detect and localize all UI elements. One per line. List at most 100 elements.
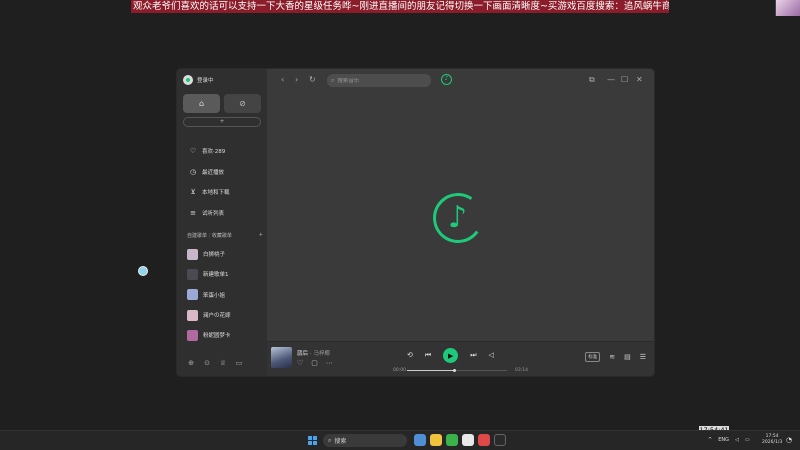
taskbar-clock[interactable]: 17:54 2026/1/3 <box>762 434 782 446</box>
song-title[interactable]: 鹊后 <box>297 351 308 357</box>
music-brand-icon[interactable]: ♪ <box>441 74 452 85</box>
chevron-up-icon[interactable]: ^ <box>708 437 712 443</box>
time-current: 00:00 <box>393 368 406 373</box>
qq-music-icon[interactable] <box>494 434 506 446</box>
sound-effect-icon[interactable]: ≋ <box>609 353 615 361</box>
clock-date: 2026/1/3 <box>762 440 783 445</box>
song-artist[interactable]: · 马梓椰 <box>310 351 330 357</box>
search-icon: ⌕ <box>331 76 335 84</box>
player-tools: 标准 ≋ ▤ ☰ <box>585 352 646 362</box>
playlist-list: 白狮桃子 新建歌单1 笨蛋小姐 澜户の花嫁 粉妮圆梦卡 <box>187 244 231 345</box>
app-icon[interactable] <box>462 434 474 446</box>
playlist-item[interactable]: 笨蛋小姐 <box>187 285 231 305</box>
sidebar-bottom-icons: ⊕ ⊙ ♕ ▭ <box>187 359 243 367</box>
playlist-item[interactable]: 新建歌单1 <box>187 264 231 284</box>
user-avatar[interactable] <box>183 75 193 85</box>
discover-button[interactable]: ⊘ <box>224 94 261 113</box>
home-button[interactable]: ⌂ <box>183 94 220 113</box>
speaker-icon[interactable]: ◁ <box>735 437 739 443</box>
tab-separator: / <box>208 233 211 239</box>
radio-icon[interactable]: ⊙ <box>203 359 211 367</box>
app-logo: ♪ <box>429 189 487 247</box>
playlist-queue-icon[interactable]: ☰ <box>640 353 646 361</box>
taskbar-search[interactable]: ⌕ 搜索 <box>323 434 407 447</box>
maximize-icon[interactable]: ☐ <box>621 75 628 85</box>
windows-start-icon[interactable] <box>308 436 317 445</box>
playlist-item[interactable]: 澜户の花嫁 <box>187 305 231 325</box>
playlist-cover <box>187 329 198 341</box>
user-row[interactable]: 登录中 <box>183 75 214 85</box>
playlist-header: 自建歌单 / 收藏歌单 + <box>187 232 263 239</box>
sidebar-item-recent[interactable]: ◷ 最近播放 <box>189 162 230 183</box>
system-tray: ^ ENG ◁ ▭ <box>708 437 750 443</box>
user-name[interactable]: 登录中 <box>197 76 214 84</box>
more-icon[interactable]: ⋯ <box>326 359 333 367</box>
album-cover[interactable] <box>271 347 292 368</box>
taskbar: ⌕ 搜索 ^ ENG ◁ ▭ 17:54 2026/1/3 ◔ <box>0 430 800 450</box>
play-icon: ▶ <box>447 351 454 360</box>
playlist-label: 澜户の花嫁 <box>203 313 231 320</box>
playlist-item[interactable]: 粉妮圆梦卡 <box>187 325 231 345</box>
notification-icon[interactable]: ◔ <box>786 436 792 444</box>
player-bar: 鹊后 · 马梓椰 ♡ ▢ ⋯ ⟲ ⏮ ▶ ⏭ ◁ 00:00 03:14 标准 ≋… <box>267 341 654 376</box>
quality-button[interactable]: 标准 <box>585 352 601 362</box>
floating-avatar[interactable] <box>138 266 148 276</box>
playback-controls: ⟲ ⏮ ▶ ⏭ ◁ <box>407 348 494 363</box>
playlist-cover <box>187 268 198 280</box>
volume-icon[interactable]: ◁ <box>489 351 494 360</box>
previous-icon[interactable]: ⏮ <box>425 351 431 360</box>
tab-collected-playlists[interactable]: 收藏歌单 <box>212 233 232 239</box>
folder-icon[interactable] <box>430 434 442 446</box>
list-icon: ≡ <box>190 208 196 217</box>
sidebar-menu: ♡ 喜欢·289 ◷ 最近播放 ⊻ 本地和下载 ≡ 试听列表 <box>189 141 230 223</box>
close-icon[interactable]: ✕ <box>636 75 643 85</box>
minimize-icon[interactable]: — <box>607 75 615 85</box>
add-button[interactable]: + <box>183 117 261 127</box>
compass-icon: ⊘ <box>239 99 246 108</box>
progress-bar[interactable] <box>407 368 507 372</box>
playlist-label: 新建歌单1 <box>203 272 229 279</box>
comment-icon[interactable]: ▢ <box>311 359 318 367</box>
heart-icon[interactable]: ♡ <box>297 359 303 367</box>
sidebar-item-trial-list[interactable]: ≡ 试听列表 <box>189 203 230 224</box>
next-icon[interactable]: ⏭ <box>470 351 476 360</box>
sidebar-item-label: 试听列表 <box>202 210 225 217</box>
song-actions: ♡ ▢ ⋯ <box>297 359 333 367</box>
playlist-item[interactable]: 白狮桃子 <box>187 244 231 264</box>
music-note-icon: ♪ <box>448 200 468 235</box>
home-icon: ⌂ <box>198 99 205 108</box>
mini-mode-icon[interactable]: ⧉ <box>589 75 595 85</box>
search-icon: ⌕ <box>328 436 332 444</box>
song-info: 鹊后 · 马梓椰 <box>297 349 330 357</box>
plus-circle-icon[interactable]: ⊕ <box>187 359 195 367</box>
progress-knob[interactable] <box>452 368 456 372</box>
streamer-avatar <box>775 0 800 16</box>
playlist-cover <box>187 289 198 301</box>
chrome-icon[interactable] <box>446 434 458 446</box>
sidebar-item-downloads[interactable]: ⊻ 本地和下载 <box>189 182 230 203</box>
shirt-icon[interactable]: ♕ <box>219 359 227 367</box>
gamepad-icon[interactable]: ▭ <box>235 359 243 367</box>
search-bar[interactable]: ⌕ <box>327 74 431 87</box>
forward-icon[interactable]: › <box>295 75 298 85</box>
loop-icon[interactable]: ⟲ <box>407 351 413 360</box>
history-icon: ◷ <box>189 167 197 176</box>
back-icon[interactable]: ‹ <box>281 75 284 85</box>
lyrics-icon[interactable]: ▤ <box>624 353 631 361</box>
add-playlist-button[interactable]: + <box>259 232 263 239</box>
sidebar-item-liked[interactable]: ♡ 喜欢·289 <box>189 141 230 162</box>
sidebar-item-label: 本地和下载 <box>202 190 230 197</box>
language-indicator[interactable]: ENG <box>718 437 729 443</box>
search-input[interactable] <box>337 77 418 84</box>
netease-icon[interactable] <box>478 434 490 446</box>
play-button[interactable]: ▶ <box>443 348 459 363</box>
playlist-label: 粉妮圆梦卡 <box>203 333 231 340</box>
sidebar-item-label: 最近播放 <box>202 169 225 176</box>
playlist-cover <box>187 309 198 321</box>
tab-created-playlists[interactable]: 自建歌单 <box>187 233 207 239</box>
file-explorer-icon[interactable] <box>414 434 426 446</box>
refresh-icon[interactable]: ↻ <box>309 75 316 85</box>
nav-buttons: ⌂ ⊘ <box>183 94 261 113</box>
wifi-icon[interactable]: ▭ <box>745 437 750 443</box>
heart-icon: ♡ <box>189 147 197 156</box>
